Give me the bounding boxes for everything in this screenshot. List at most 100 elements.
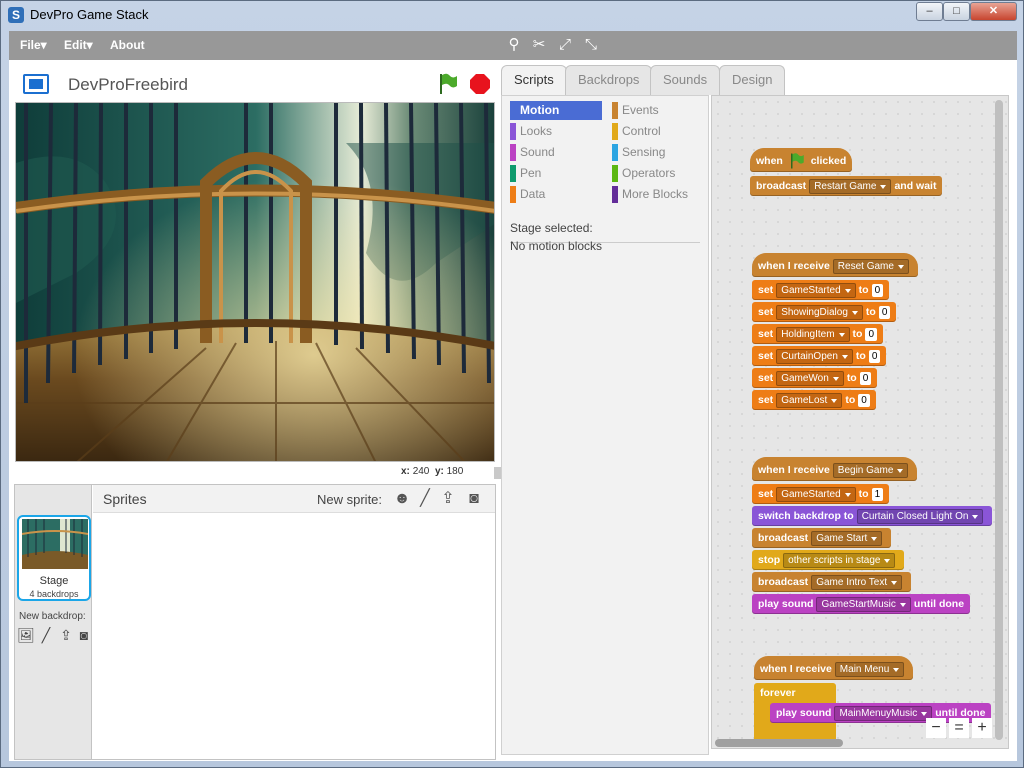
paint-sprite-icon[interactable]: ╱ xyxy=(415,489,435,509)
category-swatch xyxy=(612,144,618,161)
maximize-button[interactable]: □ xyxy=(943,2,970,21)
tab-backdrops[interactable]: Backdrops xyxy=(565,65,653,95)
paint-backdrop-icon[interactable]: ╱ xyxy=(37,627,55,643)
zoom-reset-icon[interactable]: = xyxy=(949,718,969,738)
stage-canvas[interactable] xyxy=(15,102,495,462)
menu-edit[interactable]: Edit▾ xyxy=(64,38,93,52)
set-variable-block[interactable]: set GameStarted to 0 xyxy=(752,280,890,300)
camera-sprite-icon[interactable]: ◙ xyxy=(464,489,484,509)
category-sensing[interactable]: Sensing xyxy=(612,143,704,162)
value-input[interactable]: 0 xyxy=(871,283,884,297)
upload-backdrop-icon[interactable]: ⇪ xyxy=(57,627,75,643)
broadcast-dropdown[interactable]: Game Start xyxy=(811,530,883,546)
menu-bar: File▾ Edit▾ About ⚲ ✂ ⤢ ⤡ xyxy=(9,31,1017,60)
backdrop-library-icon[interactable]: 🖼 xyxy=(17,627,35,643)
when-flag-clicked-block[interactable]: when clicked xyxy=(750,148,853,172)
menu-about[interactable]: About xyxy=(110,38,145,52)
set-variable-block[interactable]: set HoldingItem to 0 xyxy=(752,324,884,344)
stop-dropdown[interactable]: other scripts in stage xyxy=(783,552,896,568)
category-control[interactable]: Control xyxy=(612,122,704,141)
message-dropdown[interactable]: Main Menu xyxy=(834,661,905,677)
window-title: DevPro Game Stack xyxy=(30,7,149,22)
broadcast-dropdown[interactable]: Restart Game xyxy=(809,178,892,194)
broadcast-block[interactable]: broadcast Game Start xyxy=(752,528,892,548)
set-variable-block[interactable]: set CurtainOpen to 0 xyxy=(752,346,887,366)
value-input[interactable]: 0 xyxy=(865,327,878,341)
value-input[interactable]: 0 xyxy=(878,305,891,319)
title-bar[interactable]: S DevPro Game Stack – □ ✕ xyxy=(1,1,1023,29)
broadcast-block[interactable]: broadcast Game Intro Text xyxy=(752,572,912,592)
value-input[interactable]: 0 xyxy=(868,349,881,363)
variable-dropdown[interactable]: GameWon xyxy=(776,370,844,386)
value-input[interactable]: 0 xyxy=(859,371,872,385)
message-dropdown[interactable]: Begin Game xyxy=(832,462,909,478)
zoom-in-icon[interactable]: + xyxy=(972,718,992,738)
when-i-receive-block[interactable]: when I receive Main Menu xyxy=(754,656,914,680)
broadcast-dropdown[interactable]: Game Intro Text xyxy=(811,574,903,590)
stage-thumbnail[interactable]: Stage 4 backdrops xyxy=(17,515,91,601)
cut-scissors-icon[interactable]: ✂ xyxy=(529,36,549,54)
category-pen[interactable]: Pen xyxy=(510,164,602,183)
block-text: when I receive xyxy=(758,464,830,476)
no-motion-blocks-label: No motion blocks xyxy=(510,239,603,253)
set-variable-block[interactable]: set ShowingDialog to 0 xyxy=(752,302,897,322)
duplicate-stamp-icon[interactable]: ⚲ xyxy=(504,36,524,54)
block-text: to xyxy=(852,328,863,340)
category-events[interactable]: Events xyxy=(612,101,704,120)
zoom-out-icon[interactable]: − xyxy=(926,718,946,738)
category-label: Control xyxy=(622,124,661,138)
menu-file[interactable]: File▾ xyxy=(20,38,47,52)
scripts-area[interactable]: when clicked broadcast Restart Game and wa… xyxy=(711,95,1009,749)
variable-dropdown[interactable]: GameStarted xyxy=(776,282,856,298)
category-data[interactable]: Data xyxy=(510,185,602,204)
variable-dropdown[interactable]: ShowingDialog xyxy=(776,304,863,320)
sound-dropdown[interactable]: GameStartMusic xyxy=(816,596,911,612)
presentation-mode-icon[interactable] xyxy=(23,74,49,94)
variable-dropdown[interactable]: GameStarted xyxy=(776,486,856,502)
variable-dropdown[interactable]: GameLost xyxy=(776,392,843,408)
block-text: to xyxy=(865,306,876,318)
category-more-blocks[interactable]: More Blocks xyxy=(612,185,704,204)
broadcast-and-wait-block[interactable]: broadcast Restart Game and wait xyxy=(750,176,943,196)
camera-backdrop-icon[interactable]: ◙ xyxy=(75,627,93,643)
stage-column: Stage 4 backdrops New backdrop: 🖼 ╱ ⇪ ◙ xyxy=(15,485,92,759)
scripts-vertical-scrollbar[interactable] xyxy=(995,100,1003,740)
when-i-receive-block[interactable]: when I receive Begin Game xyxy=(752,457,918,481)
minimize-button[interactable]: – xyxy=(916,2,943,21)
sound-dropdown[interactable]: MainMenuyMusic xyxy=(834,705,933,721)
upload-sprite-icon[interactable]: ⇪ xyxy=(438,489,458,509)
category-operators[interactable]: Operators xyxy=(612,164,704,183)
tab-scripts[interactable]: Scripts xyxy=(501,65,567,96)
set-variable-block[interactable]: set GameLost to 0 xyxy=(752,390,876,410)
category-sound[interactable]: Sound xyxy=(510,143,602,162)
stop-block[interactable]: stop other scripts in stage xyxy=(752,550,905,570)
play-sound-until-done-block[interactable]: play sound GameStartMusic until done xyxy=(752,594,971,614)
tab-sounds[interactable]: Sounds xyxy=(650,65,721,95)
block-text: broadcast xyxy=(758,576,809,588)
project-name[interactable]: DevProFreebird xyxy=(68,75,188,95)
sprite-library-icon[interactable]: ☻ xyxy=(392,489,412,509)
backdrop-dropdown[interactable]: Curtain Closed Light On xyxy=(856,508,984,524)
category-motion[interactable]: Motion xyxy=(510,101,602,120)
value-input[interactable]: 1 xyxy=(871,487,884,501)
when-i-receive-block[interactable]: when I receive Reset Game xyxy=(752,253,918,277)
block-text: forever xyxy=(760,687,796,699)
block-text: play sound xyxy=(758,598,814,610)
green-flag-icon[interactable] xyxy=(437,72,459,96)
scripts-horizontal-scrollbar[interactable] xyxy=(715,739,843,747)
grow-icon[interactable]: ⤢ xyxy=(555,36,575,54)
switch-backdrop-block[interactable]: switch backdrop to Curtain Closed Light O… xyxy=(752,506,993,526)
value-input[interactable]: 0 xyxy=(858,393,870,407)
variable-dropdown[interactable]: CurtainOpen xyxy=(776,348,853,364)
set-variable-block[interactable]: set GameStarted to 1 xyxy=(752,484,890,504)
close-button[interactable]: ✕ xyxy=(970,2,1017,21)
stage-backdrop-image xyxy=(16,103,494,461)
shrink-icon[interactable]: ⤡ xyxy=(581,36,601,54)
variable-dropdown[interactable]: HoldingItem xyxy=(776,326,850,342)
editor-tabs: Scripts Backdrops Sounds Design xyxy=(501,65,1017,96)
set-variable-block[interactable]: set GameWon to 0 xyxy=(752,368,878,388)
tab-design[interactable]: Design xyxy=(719,65,786,95)
stop-sign-icon[interactable] xyxy=(469,73,491,95)
message-dropdown[interactable]: Reset Game xyxy=(832,258,909,274)
category-looks[interactable]: Looks xyxy=(510,122,602,141)
